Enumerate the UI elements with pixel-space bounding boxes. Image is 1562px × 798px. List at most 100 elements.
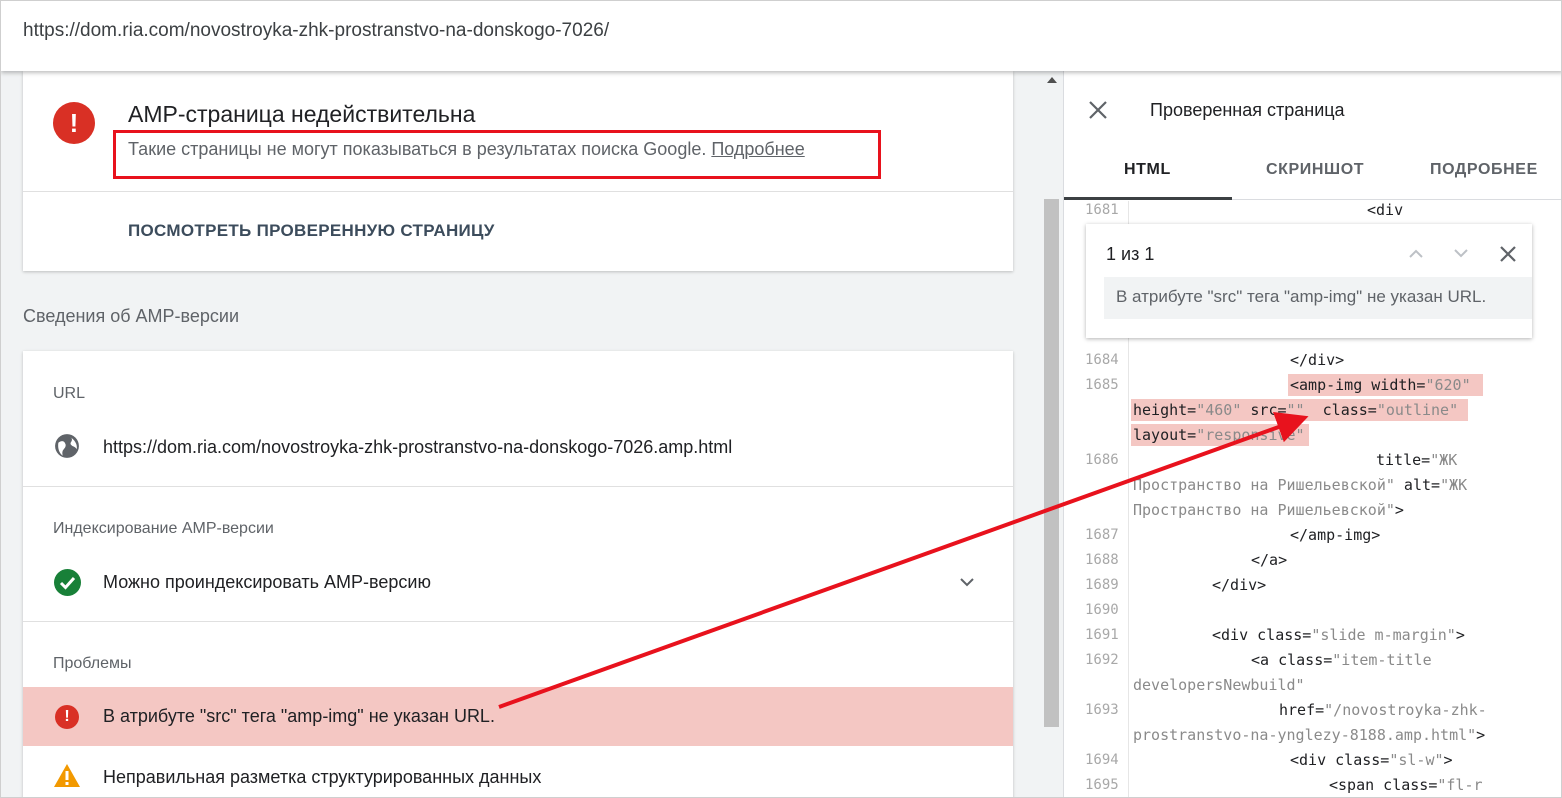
active-tab-indicator	[1064, 197, 1232, 200]
code-line: Пространство на Ришельевской">	[1133, 501, 1404, 519]
find-popup: 1 из 1 В атрибуте "src" тега "amp-img" н…	[1086, 224, 1532, 338]
code-token: <amp-img width=	[1290, 376, 1426, 394]
line-number: 1687	[1085, 527, 1119, 543]
code-token: >	[1476, 726, 1486, 744]
problem-text: В атрибуте "src" тега "amp-img" не указа…	[103, 706, 495, 726]
code-value: prostranstvo-na-ynglezy-8188.amp.html"	[1133, 726, 1477, 744]
main-content: ! AMP-страница недействительна Такие стр…	[1, 71, 1041, 797]
url-bar[interactable]: https://dom.ria.com/novostroyka-zhk-pros…	[1, 1, 1561, 71]
code-line: title="ЖК	[1376, 451, 1457, 469]
line-number: 1684	[1085, 352, 1119, 368]
code-token: alt=	[1394, 476, 1441, 494]
code-token: <div class=	[1212, 626, 1312, 644]
globe-icon	[55, 434, 79, 458]
line-number: 1691	[1085, 627, 1119, 643]
divider	[23, 486, 1013, 487]
code-line: <div	[1367, 201, 1404, 219]
problem-text-structured-data[interactable]: Неправильная разметка структурированных …	[103, 767, 541, 788]
tested-page-panel: Проверенная страница HTML СКРИНШОТ ПОДРО…	[1063, 71, 1561, 797]
url-text[interactable]: https://dom.ria.com/novostroyka-zhk-pros…	[23, 20, 609, 42]
line-number: 1688	[1085, 552, 1119, 568]
code-value: "460"	[1196, 401, 1242, 419]
warning-icon	[54, 764, 80, 787]
code-value: Пространство на Ришельевской"	[1133, 476, 1395, 494]
code-token: height=	[1133, 401, 1197, 419]
code-line: <div class="slide m-margin">	[1212, 626, 1465, 644]
code-line: <a class="item-title	[1251, 651, 1432, 669]
indexing-label: Индексирование AMP-версии	[53, 520, 274, 537]
indexing-status: Можно проиндексировать AMP-версию	[103, 572, 431, 592]
tab-html[interactable]: HTML	[1124, 161, 1171, 179]
code-line: </amp-img>	[1290, 526, 1381, 544]
code-value: "/novostroyka-zhk-	[1324, 701, 1487, 719]
line-number: 1681	[1085, 202, 1119, 218]
code-value: ""	[1286, 401, 1305, 419]
scroll-up-arrow-icon[interactable]	[1047, 77, 1057, 83]
code-value: "ЖК	[1430, 451, 1458, 469]
check-icon	[54, 569, 81, 596]
line-number: 1692	[1085, 652, 1119, 668]
code-token: class=	[1304, 401, 1377, 419]
code-token: >	[1394, 501, 1404, 519]
view-tested-page-button[interactable]: ПОСМОТРЕТЬ ПРОВЕРЕННУЮ СТРАНИЦУ	[128, 221, 495, 241]
code-value: "slide m-margin"	[1311, 626, 1456, 644]
code-line: prostranstvo-na-ynglezy-8188.amp.html">	[1133, 726, 1485, 744]
code-line: </div>	[1290, 351, 1345, 369]
line-number: 1685	[1085, 377, 1119, 393]
error-icon: !	[53, 102, 95, 144]
divider	[23, 621, 1013, 622]
line-number: 1686	[1085, 452, 1119, 468]
code-value: Пространство на Ришельевской"	[1133, 501, 1395, 519]
find-message: В атрибуте "src" тега "amp-img" не указа…	[1116, 287, 1487, 306]
code-line: <span class="fl-r	[1329, 776, 1483, 794]
code-line: </div>	[1212, 576, 1267, 594]
code-line-highlighted: layout="responsive"	[1131, 424, 1309, 446]
find-count: 1 из 1	[1106, 244, 1155, 264]
line-number: 1694	[1085, 752, 1119, 768]
scrollbar[interactable]	[1041, 71, 1063, 797]
line-number: 1693	[1085, 702, 1119, 718]
chevron-up-icon[interactable]	[1407, 246, 1425, 260]
code-line: </a>	[1251, 551, 1288, 569]
code-value: "fl-r	[1437, 776, 1483, 794]
url-label: URL	[53, 385, 86, 402]
tab-more-info[interactable]: ПОДРОБНЕЕ	[1430, 161, 1538, 179]
code-value: "620"	[1425, 376, 1471, 394]
line-number: 1695	[1085, 777, 1119, 793]
line-number: 1689	[1085, 577, 1119, 593]
status-title: AMP-страница недействительна	[128, 101, 476, 127]
amp-url[interactable]: https://dom.ria.com/novostroyka-zhk-pros…	[103, 437, 732, 458]
code-token: <a class=	[1251, 651, 1333, 669]
code-token: title=	[1376, 451, 1431, 469]
close-icon[interactable]	[1087, 99, 1109, 121]
code-line: <div class="sl-w">	[1290, 751, 1453, 769]
amp-details-card: URL https://dom.ria.com/novostroyka-zhk-…	[23, 351, 1013, 797]
code-line-highlighted: height="460" src="" class="outline"	[1131, 399, 1469, 421]
chevron-down-icon[interactable]	[1452, 246, 1470, 260]
code-value: "responsive"	[1196, 426, 1305, 444]
problem-item-src-missing[interactable]: ! В атрибуте "src" тега "amp-img" не ука…	[23, 687, 1013, 746]
code-token: <span class=	[1329, 776, 1438, 794]
code-line-highlighted: <amp-img width="620"	[1288, 374, 1483, 396]
scrollbar-thumb[interactable]	[1044, 199, 1059, 727]
code-token: <div class=	[1290, 751, 1390, 769]
code-value: "outline"	[1376, 401, 1459, 419]
code-line: developersNewbuild"	[1133, 676, 1305, 694]
code-line: href="/novostroyka-zhk-	[1279, 701, 1487, 719]
code-token: href=	[1279, 701, 1325, 719]
annotation-highlight-box	[113, 130, 881, 179]
code-token: layout=	[1133, 426, 1197, 444]
tab-screenshot[interactable]: СКРИНШОТ	[1266, 161, 1364, 179]
screenshot-frame: https://dom.ria.com/novostroyka-zhk-pros…	[0, 0, 1562, 798]
amp-section-heading: Сведения об AMP-версии	[23, 306, 240, 326]
code-value: "item-title	[1332, 651, 1432, 669]
close-icon[interactable]	[1498, 244, 1518, 264]
code-value: "ЖК	[1440, 476, 1468, 494]
error-icon: !	[55, 705, 79, 729]
code-value: developersNewbuild"	[1133, 676, 1305, 694]
chevron-down-icon[interactable]	[957, 572, 977, 592]
code-value: "sl-w"	[1389, 751, 1444, 769]
panel-title: Проверенная страница	[1150, 100, 1345, 120]
divider	[23, 191, 1013, 192]
code-token: src=	[1241, 401, 1287, 419]
